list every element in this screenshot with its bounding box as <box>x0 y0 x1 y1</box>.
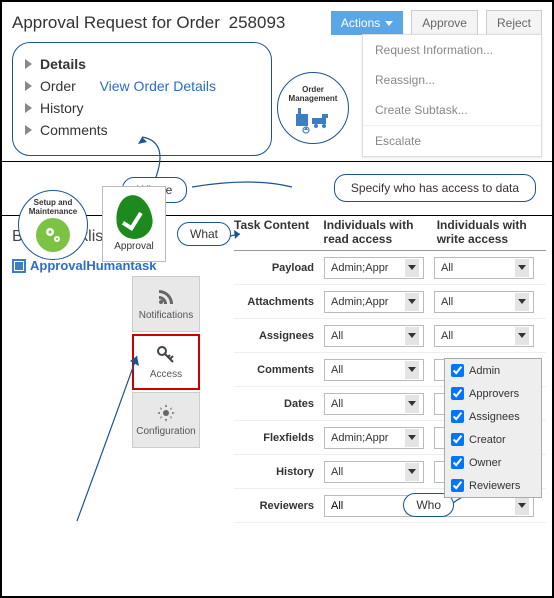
order-management-badge: Order Management <box>277 72 349 144</box>
triangle-right-icon <box>25 81 32 91</box>
caret-down-icon <box>405 463 419 481</box>
actions-menu: Request Information... Reassign... Creat… <box>362 34 542 157</box>
details-bubble: Details Order View Order Details History… <box>12 42 272 156</box>
order-management-icon <box>292 106 334 134</box>
triangle-right-icon <box>25 103 32 113</box>
reviewers-read-input[interactable] <box>331 500 401 512</box>
col-task-content: Task Content <box>234 218 323 246</box>
checkbox[interactable] <box>451 364 464 377</box>
col-write-access: Individuals with write access <box>437 218 546 246</box>
page-title: Approval Request for Order 258093 <box>12 13 285 33</box>
view-order-details-link[interactable]: View Order Details <box>100 78 216 94</box>
what-label: What <box>177 222 231 246</box>
gears-icon <box>36 218 70 252</box>
option-creator[interactable]: Creator <box>445 428 541 451</box>
gear-icon <box>156 403 176 423</box>
option-reviewers[interactable]: Reviewers <box>445 474 541 497</box>
checkbox[interactable] <box>451 410 464 423</box>
read-access-dropdown[interactable]: Admin;Appr <box>324 257 424 279</box>
menu-create-subtask[interactable]: Create Subtask... <box>363 95 541 125</box>
read-access-dropdown[interactable]: Admin;Appr <box>324 291 424 313</box>
col-read-access: Individuals with read access <box>323 218 436 246</box>
caret-down-icon <box>405 395 419 413</box>
triangle-right-icon <box>25 59 32 69</box>
table-row: Assignees All All <box>234 319 546 353</box>
option-admin[interactable]: Admin <box>445 359 541 382</box>
comments-label: Comments <box>40 122 108 138</box>
tab-access[interactable]: Access <box>132 334 200 390</box>
write-access-dropdown[interactable]: All <box>434 325 534 347</box>
access-table: Task Content Individuals with read acces… <box>234 218 546 523</box>
setup-maintenance-badge: Setup and Maintenance <box>18 190 88 260</box>
read-access-dropdown[interactable]: All <box>324 325 424 347</box>
read-access-dropdown[interactable]: All <box>324 359 424 381</box>
specify-access-label: Specify who has access to data <box>334 174 536 202</box>
caret-down-icon <box>515 259 529 277</box>
key-icon <box>155 344 177 366</box>
caret-down-icon <box>515 497 529 515</box>
task-icon <box>12 259 26 273</box>
option-assignees[interactable]: Assignees <box>445 405 541 428</box>
side-tabs: Notifications Access Configuration <box>132 276 200 450</box>
details-heading: Details <box>40 56 86 72</box>
tab-notifications[interactable]: Notifications <box>132 276 200 332</box>
table-row: Attachments Admin;Appr All <box>234 285 546 319</box>
write-access-dropdown[interactable]: All <box>434 291 534 313</box>
caret-down-icon <box>405 293 419 311</box>
menu-request-information[interactable]: Request Information... <box>363 35 541 65</box>
rss-icon <box>156 287 176 307</box>
read-access-dropdown[interactable]: Admin;Appr <box>324 427 424 449</box>
row-label: Comments <box>234 364 324 376</box>
order-number: 258093 <box>229 13 286 32</box>
option-approvers[interactable]: Approvers <box>445 382 541 405</box>
menu-reassign[interactable]: Reassign... <box>363 65 541 95</box>
row-label: Assignees <box>234 330 324 342</box>
row-label: Attachments <box>234 296 324 308</box>
row-label: Reviewers <box>234 500 324 512</box>
menu-escalate[interactable]: Escalate <box>363 126 541 156</box>
table-row: Payload Admin;Appr All <box>234 251 546 285</box>
reject-button[interactable]: Reject <box>486 10 542 36</box>
checkbox[interactable] <box>451 479 464 492</box>
caret-down-icon <box>405 327 419 345</box>
caret-down-icon <box>515 293 529 311</box>
approval-badge: Approval <box>102 186 166 262</box>
row-label: Dates <box>234 398 324 410</box>
checkmark-icon <box>113 193 155 242</box>
triangle-right-icon <box>25 125 32 135</box>
option-owner[interactable]: Owner <box>445 451 541 474</box>
caret-down-icon <box>515 327 529 345</box>
row-label: Flexfields <box>234 432 324 444</box>
actions-button[interactable]: Actions <box>331 11 403 35</box>
checkbox[interactable] <box>451 433 464 446</box>
row-label: Payload <box>234 262 324 274</box>
approve-button[interactable]: Approve <box>411 10 478 36</box>
caret-down-icon <box>405 361 419 379</box>
history-label: History <box>40 100 84 116</box>
read-access-dropdown[interactable]: All <box>324 461 424 483</box>
caret-down-icon <box>405 429 419 447</box>
caret-down-icon <box>405 259 419 277</box>
table-header: Task Content Individuals with read acces… <box>234 218 546 251</box>
write-access-options-popup: Admin Approvers Assignees Creator Owner … <box>444 358 542 498</box>
checkbox[interactable] <box>451 387 464 400</box>
annotation-row: Where Specify who has access to data <box>2 162 552 216</box>
order-label: Order <box>40 78 76 94</box>
checkbox[interactable] <box>451 456 464 469</box>
approval-request-panel: Approval Request for Order 258093 Action… <box>2 2 552 162</box>
tab-configuration[interactable]: Configuration <box>132 392 200 448</box>
row-label: History <box>234 466 324 478</box>
bpm-worklist-panel: BPM Worklist What ApprovalHumantask Noti… <box>2 216 552 276</box>
caret-down-icon <box>385 21 393 26</box>
read-access-dropdown[interactable]: All <box>324 393 424 415</box>
write-access-dropdown[interactable]: All <box>434 257 534 279</box>
